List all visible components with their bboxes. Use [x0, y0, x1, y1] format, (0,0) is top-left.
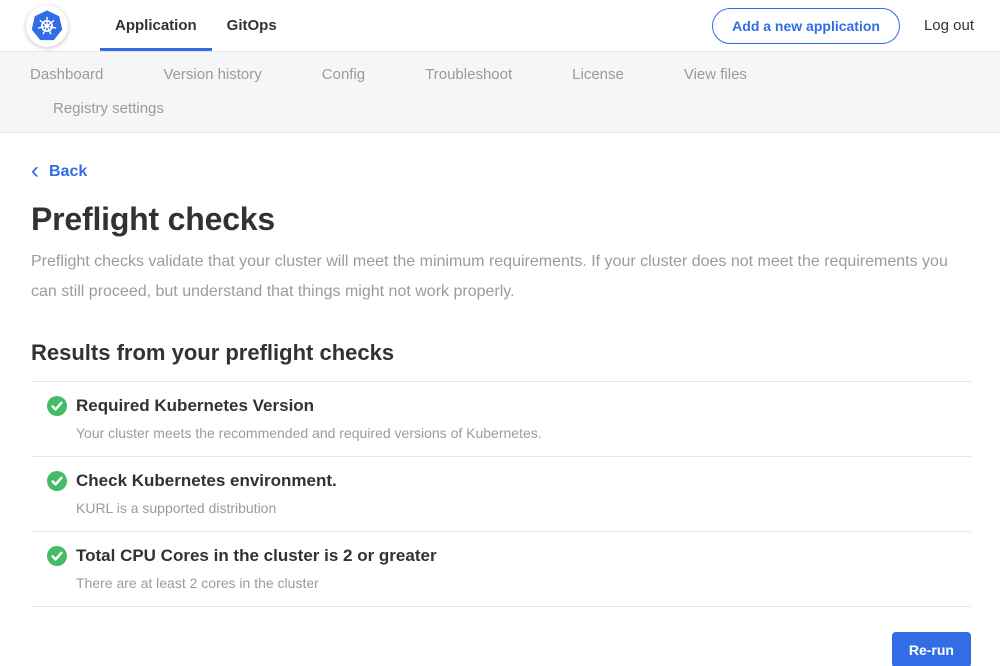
subnav-item[interactable]: Dashboard	[30, 66, 103, 83]
add-new-application-button[interactable]: Add a new application	[712, 8, 900, 44]
check-circle-icon	[47, 546, 67, 566]
check-detail: There are at least 2 cores in the cluste…	[76, 575, 437, 592]
subnav-item[interactable]: License	[572, 66, 624, 83]
main-content: ‹ Back Preflight checks Preflight checks…	[0, 133, 1000, 666]
subnav-row-1: Dashboard Version history Config Trouble…	[30, 66, 1000, 83]
back-link[interactable]: ‹ Back	[31, 163, 87, 181]
back-label: Back	[49, 163, 87, 181]
chevron-left-icon: ‹	[31, 163, 39, 179]
check-title: Check Kubernetes environment.	[76, 470, 337, 492]
check-detail: Your cluster meets the recommended and r…	[76, 425, 542, 442]
check-circle-icon	[47, 471, 67, 491]
results-heading: Results from your preflight checks	[31, 340, 971, 366]
check-circle-icon	[47, 396, 67, 416]
check-title: Total CPU Cores in the cluster is 2 or g…	[76, 545, 437, 567]
check-body: Total CPU Cores in the cluster is 2 or g…	[76, 545, 437, 592]
app-subnav: Dashboard Version history Config Trouble…	[0, 51, 1000, 133]
actions-row: Re-run	[31, 632, 971, 666]
preflight-check-row: Total CPU Cores in the cluster is 2 or g…	[31, 531, 971, 607]
check-detail: KURL is a supported distribution	[76, 500, 337, 517]
subnav-item[interactable]: Config	[322, 66, 365, 83]
subnav-item[interactable]: Version history	[163, 66, 261, 83]
check-body: Check Kubernetes environment. KURL is a …	[76, 470, 337, 517]
subnav-item[interactable]: Registry settings	[53, 100, 164, 117]
app-header: Application GitOps Add a new application…	[0, 0, 1000, 51]
subnav-item[interactable]: View files	[684, 66, 747, 83]
check-title: Required Kubernetes Version	[76, 395, 542, 417]
kubernetes-helm-icon	[30, 9, 64, 43]
kubernetes-logo	[26, 5, 68, 47]
header-tab[interactable]: Application	[100, 0, 212, 51]
header-right: Add a new application Log out	[712, 0, 974, 51]
preflight-check-row: Check Kubernetes environment. KURL is a …	[31, 456, 971, 531]
page-title: Preflight checks	[31, 201, 971, 238]
preflight-results-list: Required Kubernetes Version Your cluster…	[31, 381, 971, 607]
rerun-button[interactable]: Re-run	[892, 632, 971, 666]
subnav-item[interactable]: Troubleshoot	[425, 66, 512, 83]
header-tab-label: GitOps	[227, 17, 277, 34]
header-tab-label: Application	[115, 17, 197, 34]
header-tab[interactable]: GitOps	[212, 0, 292, 51]
header-tabs: Application GitOps	[100, 0, 292, 51]
logout-link[interactable]: Log out	[924, 17, 974, 34]
preflight-check-row: Required Kubernetes Version Your cluster…	[31, 381, 971, 456]
check-body: Required Kubernetes Version Your cluster…	[76, 395, 542, 442]
subnav-row-2: Registry settings	[30, 100, 1000, 117]
page-description: Preflight checks validate that your clus…	[31, 247, 956, 307]
